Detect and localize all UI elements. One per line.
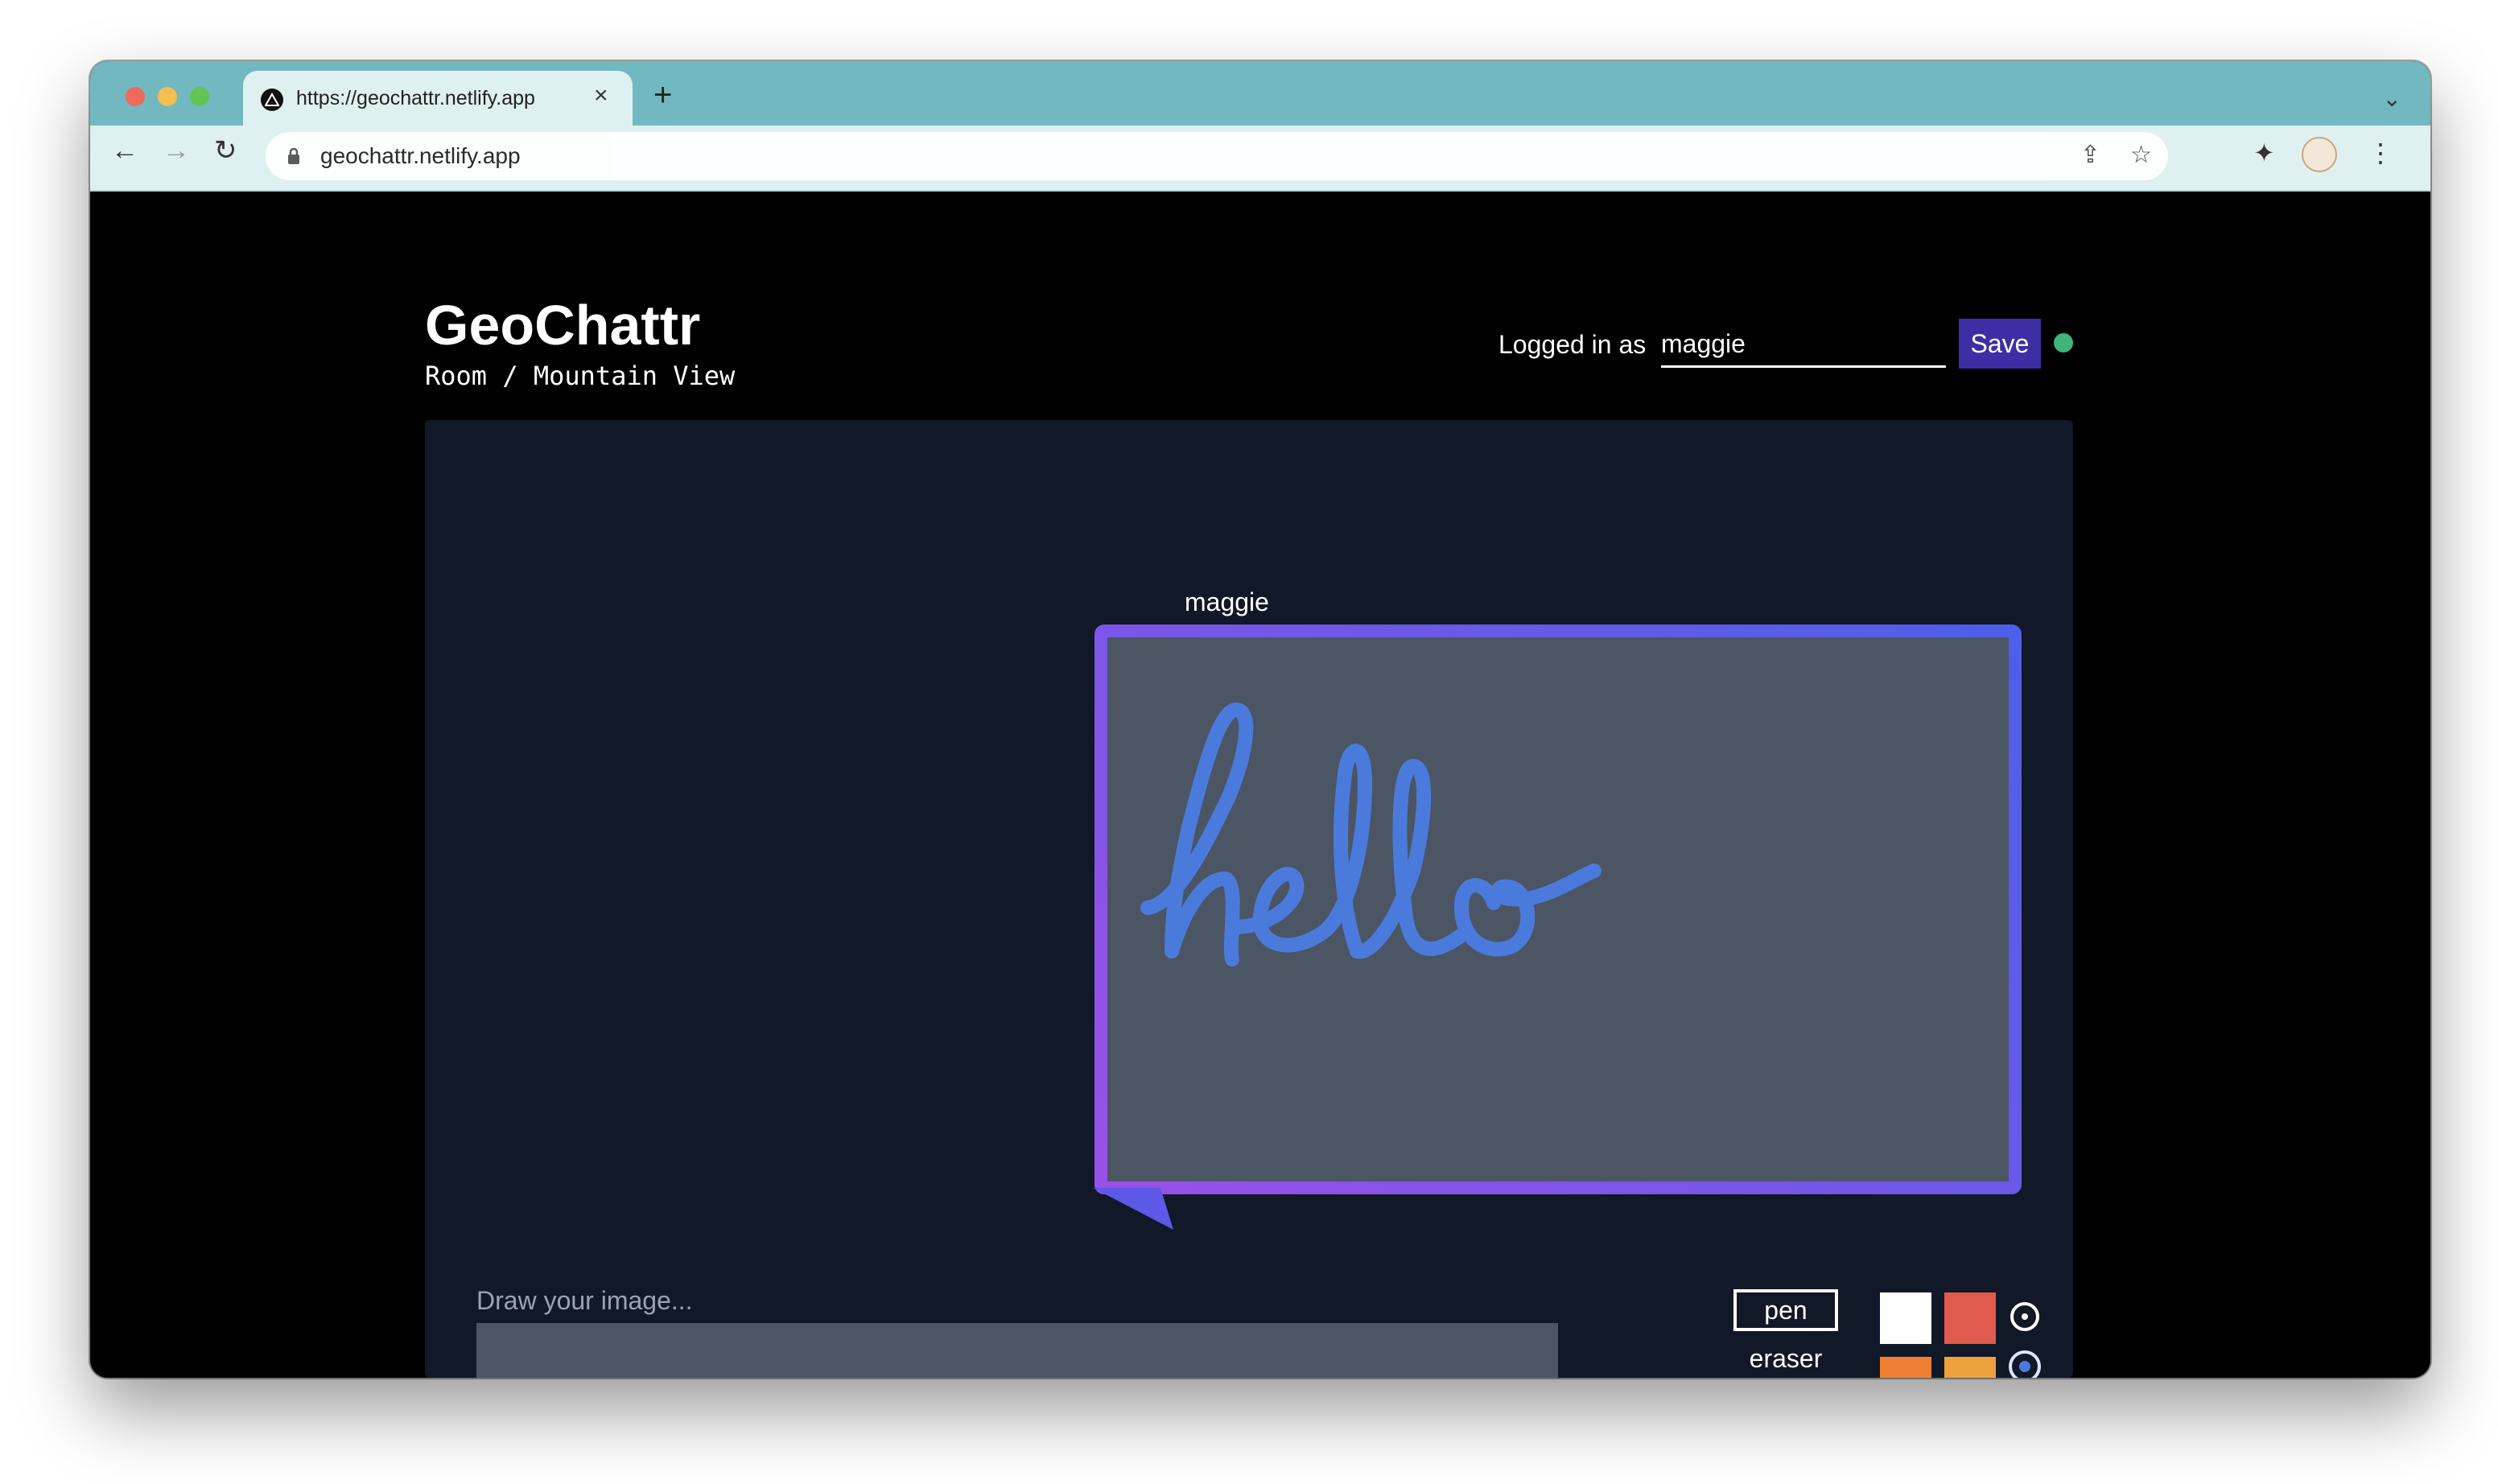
url-text: geochattr.netlify.app	[320, 143, 521, 168]
extensions-puzzle-icon[interactable]: ✦	[2253, 140, 2275, 166]
message-drawing: hello	[1107, 637, 2009, 1181]
drawing-canvas[interactable]	[476, 1323, 1558, 1378]
message-bubble: hello	[1094, 625, 2022, 1194]
color-swatch-orange[interactable]	[1880, 1357, 1931, 1378]
close-tab-icon[interactable]: ×	[594, 84, 608, 108]
tab-title: https://geochattr.netlify.app	[296, 87, 535, 109]
back-arrow-icon[interactable]: ←	[111, 137, 138, 164]
brush-size-small-radio[interactable]	[2010, 1302, 2039, 1331]
tab-bar: https://geochattr.netlify.app × + ⌄	[90, 61, 2430, 126]
bookmark-star-icon[interactable]: ☆	[2130, 143, 2152, 167]
eraser-tool-button[interactable]: eraser	[1733, 1344, 1838, 1374]
save-button[interactable]: Save	[1959, 319, 2041, 369]
brush-size-medium-dot	[2019, 1361, 2030, 1372]
browser-menu-icon[interactable]: ⋮	[2368, 140, 2393, 166]
minimize-window-button[interactable]	[158, 87, 177, 106]
username-input[interactable]	[1661, 325, 1946, 368]
browser-window: https://geochattr.netlify.app × + ⌄ ← → …	[90, 61, 2430, 1378]
drawing-hello-strokes: hello	[1140, 703, 1601, 967]
close-window-button[interactable]	[126, 87, 145, 106]
favicon-icon	[261, 89, 283, 111]
new-tab-button[interactable]: +	[653, 79, 672, 111]
share-icon[interactable]: ⇪	[2080, 143, 2100, 167]
color-swatch-red[interactable]	[1944, 1292, 1996, 1344]
app-title: GeoChattr	[425, 294, 701, 357]
lock-icon	[288, 147, 299, 164]
draw-placeholder-label: Draw your image...	[476, 1286, 693, 1315]
color-swatch-amber[interactable]	[1944, 1357, 1996, 1378]
online-status-dot	[2054, 333, 2073, 352]
speech-bubble-tail	[1093, 1188, 1173, 1230]
maximize-window-button[interactable]	[190, 87, 209, 106]
pen-tool-button[interactable]: pen	[1733, 1289, 1838, 1331]
browser-toolbar: ← → ↻ geochattr.netlify.app ⇪ ☆ ✦ ⋮	[90, 126, 2430, 192]
logged-in-label: Logged in as	[1498, 330, 1647, 359]
room-breadcrumb: Room / Mountain View	[425, 361, 736, 391]
tab-search-chevron-icon[interactable]: ⌄	[2383, 85, 2401, 112]
profile-avatar-icon[interactable]	[2302, 137, 2337, 172]
brush-size-small-dot	[2022, 1313, 2028, 1320]
color-swatch-white[interactable]	[1880, 1292, 1931, 1344]
browser-tab[interactable]: https://geochattr.netlify.app ×	[243, 71, 633, 126]
reload-icon[interactable]: ↻	[214, 137, 237, 164]
address-bar[interactable]: geochattr.netlify.app ⇪ ☆	[266, 132, 2168, 180]
message-author: maggie	[1185, 587, 1269, 616]
brush-size-medium-radio[interactable]	[2009, 1350, 2041, 1378]
page-content: GeoChattr Room / Mountain View Logged in…	[90, 192, 2430, 1378]
forward-arrow-icon[interactable]: →	[163, 137, 190, 164]
